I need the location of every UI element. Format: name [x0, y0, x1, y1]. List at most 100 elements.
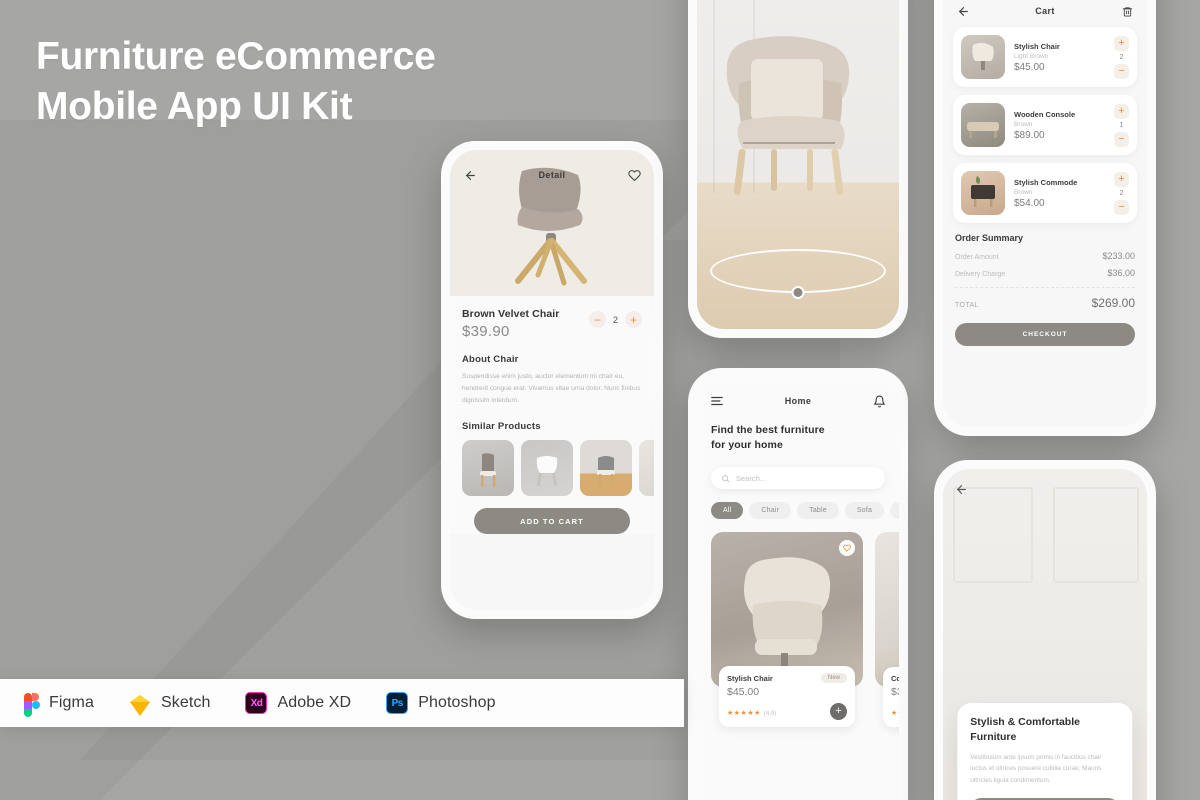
- category-chip-sofa[interactable]: Sofa: [844, 502, 885, 519]
- category-chip-lounge[interactable]: Lo: [890, 502, 899, 519]
- trash-icon[interactable]: [1119, 3, 1135, 19]
- onboarding-title-line-2: Furniture: [970, 730, 1017, 743]
- similar-products-list[interactable]: [462, 440, 654, 496]
- home-appbar: Home: [697, 385, 899, 417]
- cart-item-name: Stylish Commode: [1014, 177, 1078, 187]
- total-value: $269.00: [1091, 296, 1135, 310]
- back-arrow-icon[interactable]: [955, 483, 968, 496]
- product-price: $45.00: [727, 686, 760, 698]
- similar-product-item[interactable]: [521, 440, 573, 496]
- category-chip-chair[interactable]: Chair: [749, 502, 792, 519]
- about-section-text: Suspendisse enim justo, auctor elementum…: [462, 373, 641, 404]
- onboarding-panel: Stylish & Comfortable Furniture Vestibul…: [957, 702, 1133, 800]
- cart-item-price: $89.00: [1014, 129, 1045, 141]
- cart-item-stepper[interactable]: + 2 −: [1114, 35, 1129, 79]
- cart-appbar: Cart: [943, 0, 1147, 27]
- search-icon: [722, 474, 730, 482]
- search-input[interactable]: Search...: [711, 467, 885, 489]
- tool-item-adobe-xd[interactable]: Xd Adobe XD: [244, 691, 351, 715]
- order-amount-value: $233.00: [1102, 251, 1135, 261]
- cart-item-thumbnail: [961, 171, 1005, 215]
- category-chip-all[interactable]: All: [711, 502, 744, 519]
- similar-product-item[interactable]: [462, 440, 514, 496]
- cart-item-stepper[interactable]: + 1 −: [1114, 103, 1129, 147]
- increase-quantity-button[interactable]: +: [1114, 171, 1129, 187]
- wall-panel: [1053, 487, 1139, 583]
- onboarding-title-line-1: Stylish & Comfortable: [970, 715, 1080, 728]
- home-screen: Home Find the best furniture for your ho…: [697, 377, 899, 800]
- headline-line-2: Mobile App UI Kit: [36, 85, 353, 128]
- cart-item-stepper[interactable]: + 2 −: [1114, 171, 1129, 215]
- cart-title: Cart: [1035, 6, 1055, 16]
- delivery-charge-label: Delivery Charge: [955, 271, 1006, 278]
- similar-product-item[interactable]: [580, 440, 632, 496]
- home-heading: Find the best furniture for your home: [711, 423, 885, 453]
- phone-mockup-detail: Detail Brown Velvet Chair $39.90 − 2 + A…: [441, 141, 663, 619]
- heart-icon[interactable]: [626, 167, 642, 183]
- delivery-charge-row: Delivery Charge $36.00: [953, 268, 1137, 285]
- increase-quantity-button[interactable]: +: [1114, 35, 1129, 51]
- increase-quantity-button[interactable]: +: [1114, 103, 1129, 119]
- cart-item-variant: Light Brown: [1014, 52, 1049, 60]
- search-placeholder: Search...: [736, 473, 767, 483]
- category-filter-list[interactable]: All Chair Table Sofa Lo: [711, 502, 899, 519]
- design-tools-bar: Figma Sketch Xd Adobe XD Ps Photoshop: [0, 679, 684, 727]
- favorite-button[interactable]: [839, 540, 855, 556]
- comfort-chair-photo: [885, 556, 899, 666]
- cart-item-variant: Brown: [1014, 120, 1033, 128]
- cart-item-row[interactable]: Wooden Console Brown $89.00 + 1 −: [953, 95, 1137, 155]
- decrease-quantity-button[interactable]: −: [1114, 63, 1129, 79]
- phone-notch: [515, 141, 589, 150]
- tool-label-adobe-xd: Adobe XD: [277, 694, 352, 711]
- hamburger-menu-icon[interactable]: [709, 393, 725, 409]
- decrease-quantity-button[interactable]: −: [1114, 199, 1129, 215]
- increase-quantity-button[interactable]: +: [625, 311, 642, 328]
- detail-appbar: Detail: [450, 159, 654, 191]
- quantity-value: 2: [612, 314, 618, 325]
- detail-body: Brown Velvet Chair $39.90 − 2 + About Ch…: [450, 296, 654, 534]
- tool-item-figma[interactable]: Figma: [16, 691, 94, 717]
- detail-title: Detail: [538, 170, 566, 180]
- ar-drag-handle[interactable]: [791, 286, 805, 299]
- product-image: [711, 532, 863, 687]
- tool-item-sketch[interactable]: Sketch: [128, 691, 211, 716]
- back-arrow-icon[interactable]: [462, 167, 478, 183]
- heart-icon: [843, 544, 851, 552]
- product-price: $39.90: [462, 323, 510, 340]
- product-name: Comf: [891, 674, 899, 683]
- cart-item-variant: Brown: [1014, 188, 1033, 196]
- total-label: TOTAL: [955, 302, 979, 309]
- onboarding-screen: Stylish & Comfortable Furniture Vestibul…: [943, 469, 1147, 800]
- delivery-charge-value: $36.00: [1107, 268, 1135, 278]
- figma-logo-icon: [16, 691, 40, 717]
- armchair-illustration: [726, 36, 850, 195]
- checkout-button[interactable]: CHECKOUT: [955, 323, 1135, 346]
- home-body: Find the best furniture for your home Se…: [697, 423, 899, 727]
- product-card[interactable]: Comf $34. ★★★ +: [875, 532, 899, 727]
- similar-product-item[interactable]: [639, 440, 654, 496]
- status-badge: New: [820, 673, 847, 683]
- cart-item-row[interactable]: Stylish Commode Brown $54.00 + 2 −: [953, 163, 1137, 223]
- cart-item-list: Stylish Chair Light Brown $45.00 + 2 − W…: [943, 27, 1147, 346]
- phone-notch: [1008, 460, 1082, 469]
- tool-item-photoshop[interactable]: Ps Photoshop: [385, 691, 496, 715]
- product-card[interactable]: Stylish Chair New $45.00 ★★★★★ (4.9) +: [711, 532, 863, 727]
- phone-mockup-ar-view: [688, 0, 908, 338]
- add-to-cart-button[interactable]: +: [830, 702, 847, 720]
- onboarding-title: Stylish & Comfortable Furniture: [970, 715, 1119, 745]
- category-chip-table[interactable]: Table: [797, 502, 839, 519]
- stylish-chair-photo: [744, 557, 831, 672]
- cart-item-thumbnail: [961, 35, 1005, 79]
- phone-mockup-cart: Cart Stylish Chair Light Brown $45.00 + …: [934, 0, 1156, 436]
- decrease-quantity-button[interactable]: −: [588, 311, 606, 328]
- tool-label-figma: Figma: [49, 694, 94, 711]
- product-info: Comf $34. ★★★ +: [883, 667, 899, 727]
- bell-icon[interactable]: [871, 393, 887, 409]
- cart-item-name: Wooden Console: [1014, 109, 1076, 119]
- cart-item-row[interactable]: Stylish Chair Light Brown $45.00 + 2 −: [953, 27, 1137, 87]
- back-arrow-icon[interactable]: [955, 3, 971, 19]
- similar-products-title: Similar Products: [462, 421, 541, 432]
- quantity-stepper[interactable]: − 2 +: [588, 311, 642, 328]
- decrease-quantity-button[interactable]: −: [1114, 131, 1129, 147]
- add-to-cart-button[interactable]: ADD TO CART: [474, 508, 630, 534]
